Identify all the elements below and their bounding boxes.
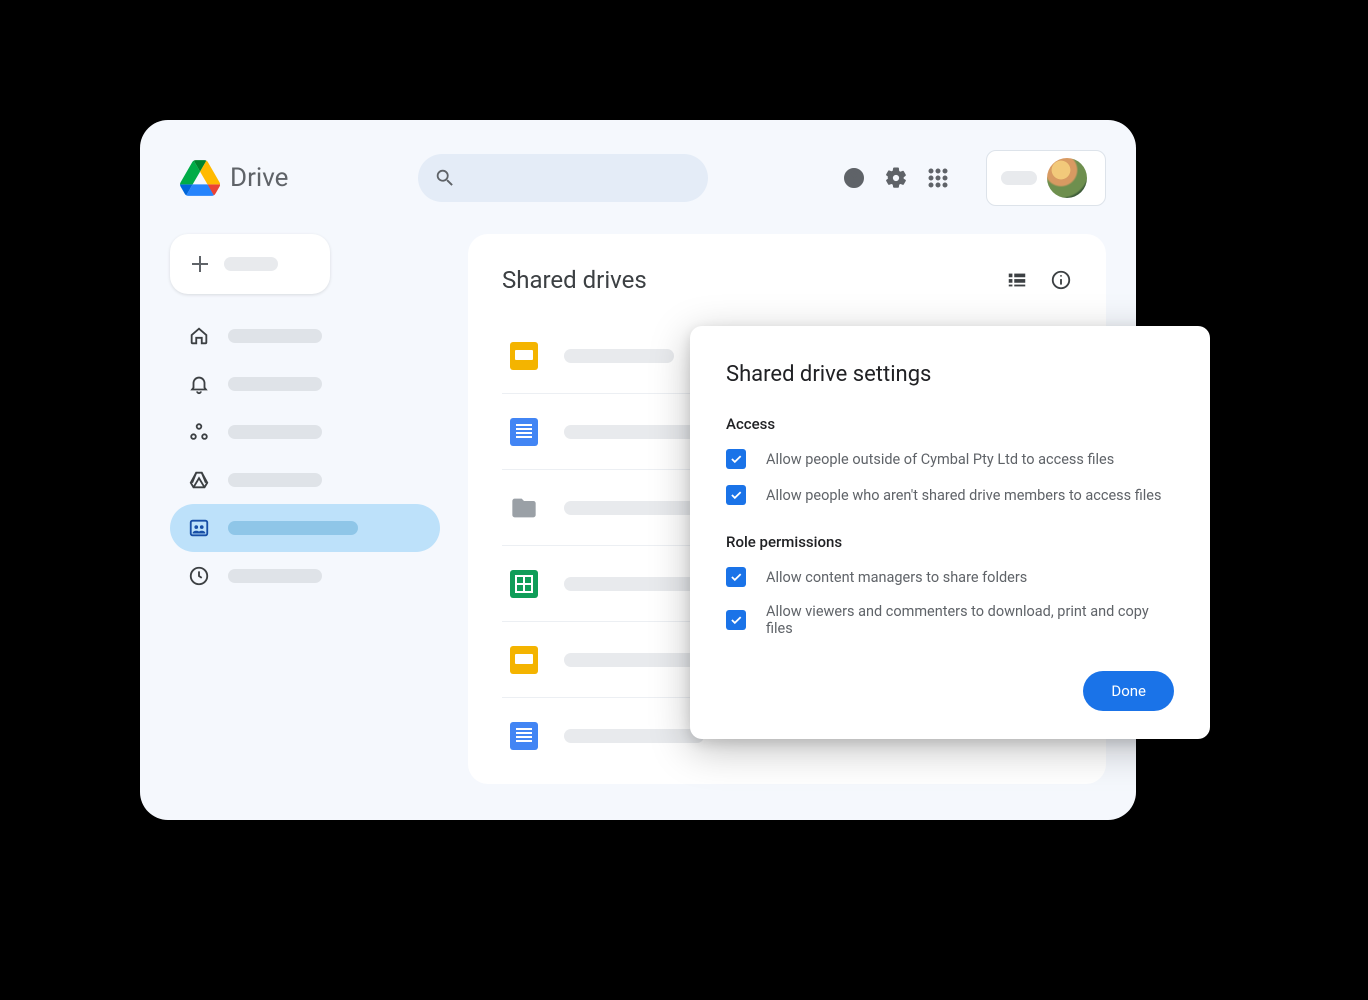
checkbox-checked-icon[interactable] [726,567,746,587]
settings-gear-icon[interactable] [884,166,908,190]
option-outside-access[interactable]: Allow people outside of Cymbal Pty Ltd t… [726,449,1174,469]
search-icon [434,167,456,189]
account-switcher[interactable] [986,150,1106,206]
logo-block[interactable]: Drive [180,160,288,196]
option-viewers-download[interactable]: Allow viewers and commenters to download… [726,603,1174,637]
home-icon [188,325,210,347]
option-label: Allow viewers and commenters to download… [766,603,1174,637]
option-label: Allow content managers to share folders [766,569,1027,586]
shared-drives-icon [188,517,210,539]
new-label-placeholder [224,257,278,271]
section-access-label: Access [726,415,1174,433]
docs-file-icon [510,418,538,446]
clock-icon [188,565,210,587]
drive-logo-icon [180,160,220,196]
option-label: Allow people who aren't shared drive mem… [766,487,1161,504]
slides-file-icon [510,342,538,370]
section-role-label: Role permissions [726,533,1174,551]
account-label-placeholder [1001,171,1037,185]
done-button[interactable]: Done [1083,671,1174,711]
folder-icon [510,494,538,522]
sidebar-item-workspaces[interactable] [170,408,440,456]
slides-file-icon [510,646,538,674]
plus-icon [190,254,210,274]
sidebar-item-recent[interactable] [170,552,440,600]
app-title: Drive [230,163,288,193]
sidebar-item-mydrive[interactable] [170,456,440,504]
header: Drive [170,150,1106,206]
circles-icon [188,421,210,443]
bell-icon [188,373,210,395]
apps-grid-icon[interactable] [926,166,950,190]
page-title: Shared drives [502,266,647,294]
sidebar-item-shared-drives[interactable] [170,504,440,552]
option-label: Allow people outside of Cymbal Pty Ltd t… [766,451,1114,468]
option-nonmember-access[interactable]: Allow people who aren't shared drive mem… [726,485,1174,505]
header-actions [842,150,1106,206]
sheets-file-icon [510,570,538,598]
checkbox-checked-icon[interactable] [726,610,746,630]
search-input[interactable] [418,154,708,202]
modal-title: Shared drive settings [726,362,1174,387]
checkbox-checked-icon[interactable] [726,449,746,469]
drive-outline-icon [188,469,210,491]
new-button[interactable] [170,234,330,294]
shared-drive-settings-modal: Shared drive settings Access Allow peopl… [690,326,1210,739]
list-view-icon[interactable] [1006,269,1028,291]
option-managers-share[interactable]: Allow content managers to share folders [726,567,1174,587]
help-icon[interactable] [842,166,866,190]
info-icon[interactable] [1050,269,1072,291]
sidebar-item-activity[interactable] [170,360,440,408]
sidebar-item-home[interactable] [170,312,440,360]
sidebar [170,234,440,784]
avatar [1047,158,1087,198]
checkbox-checked-icon[interactable] [726,485,746,505]
docs-file-icon [510,722,538,750]
